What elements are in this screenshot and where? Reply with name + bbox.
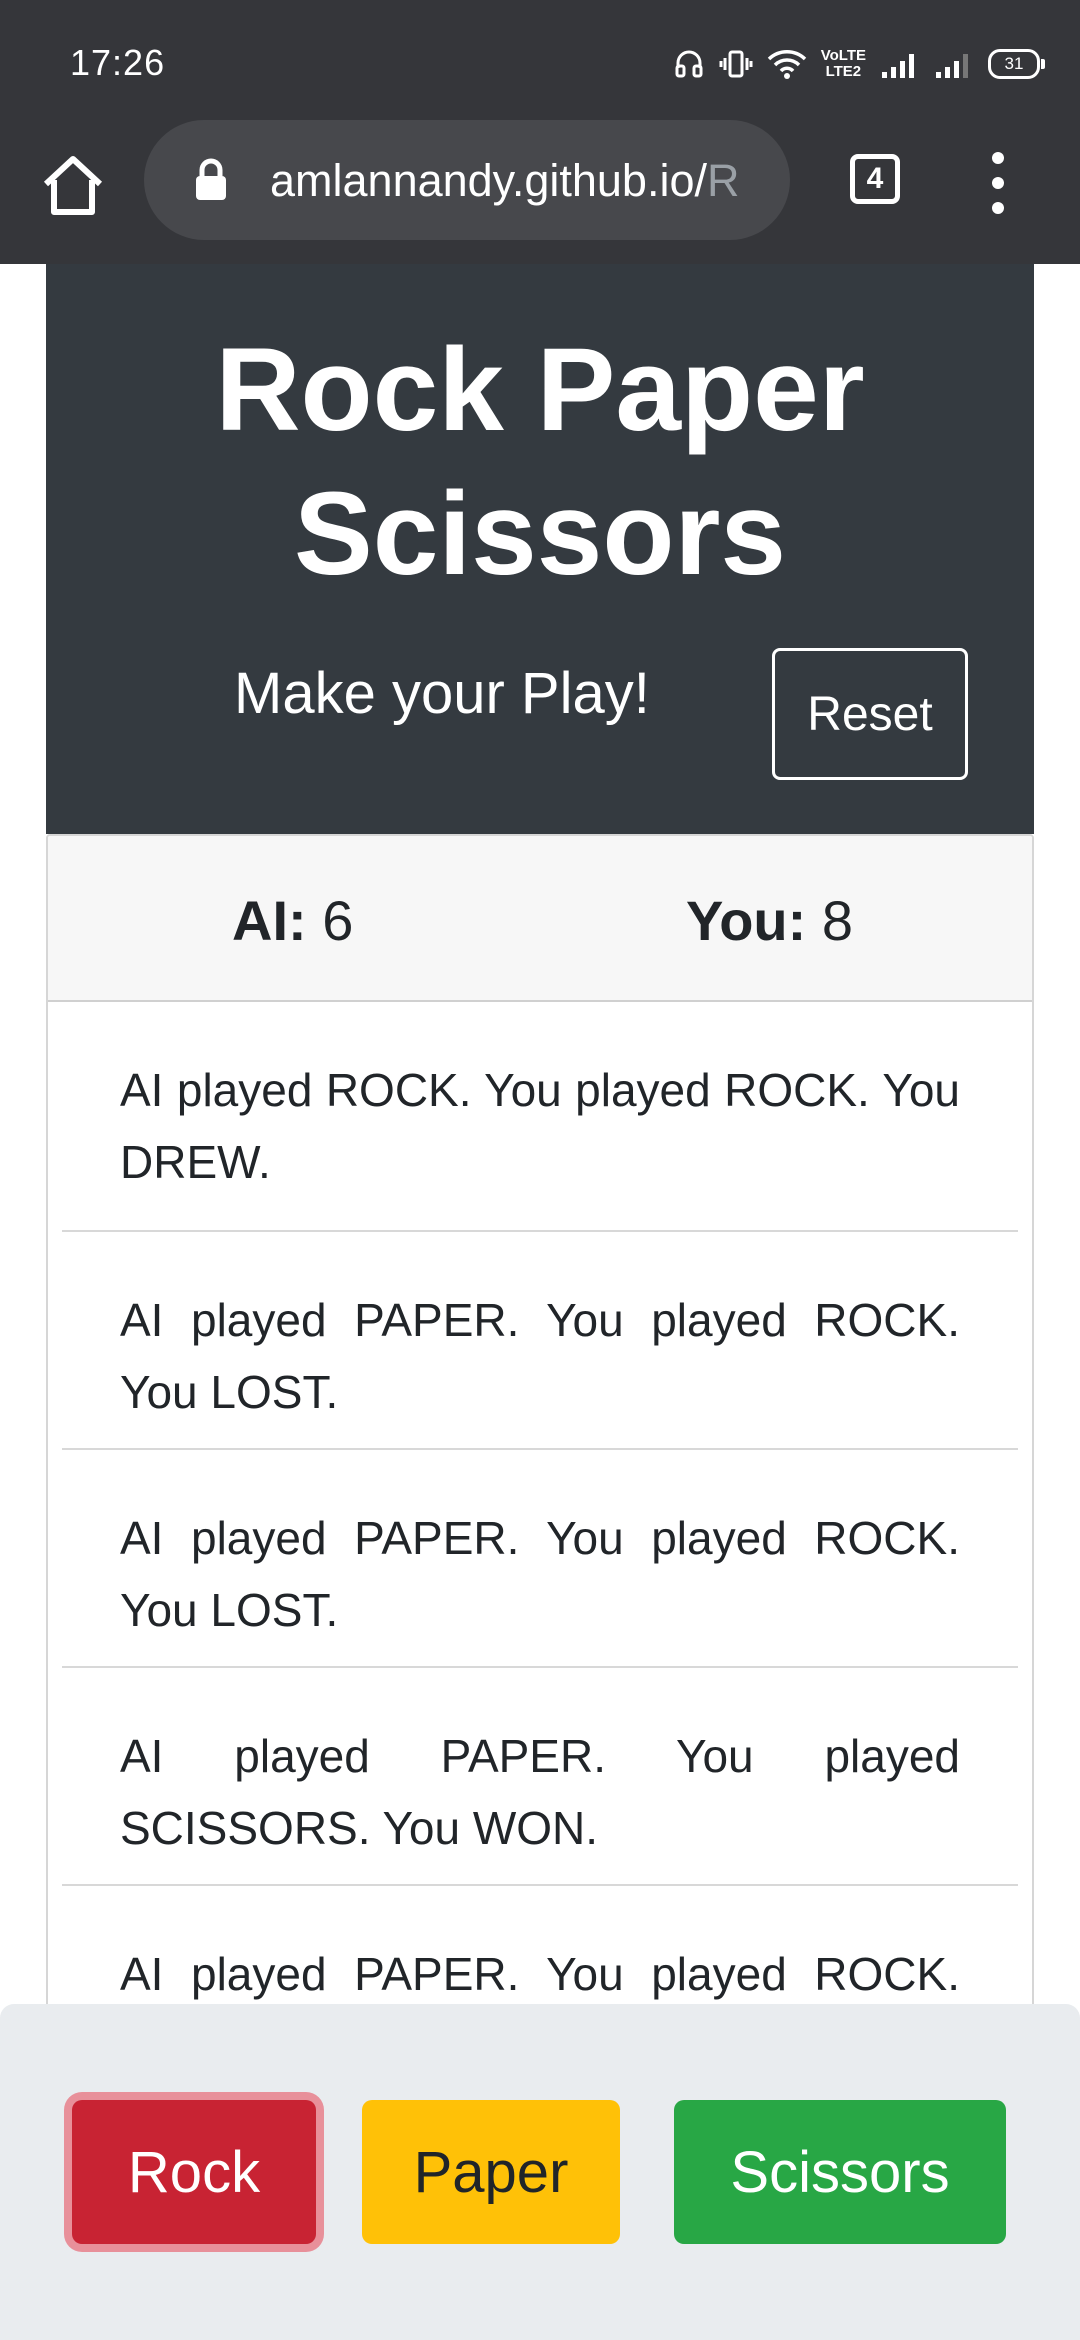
volte-icon: VoLTE LTE2 [821,48,866,80]
score-row: AI: 6 You: 8 [48,836,1032,1002]
history-item: AI played PAPER. You played ROCK. You LO… [62,1886,1018,2012]
address-bar[interactable]: amlannandy.github.io/R [144,120,790,240]
your-score-value: 8 [821,889,853,952]
page-subtitle: Make your Play! [234,661,650,726]
your-score: You: 8 [686,888,853,953]
action-bar: Rock Paper Scissors [0,2004,1080,2340]
history-item: AI played PAPER. You played SCISSORS. Yo… [62,1668,1018,1886]
status-time: 17:26 [70,42,166,83]
vibrate-icon [719,50,753,78]
page-title: Rock Paper Scissors [215,324,865,600]
score-card: AI: 6 You: 8 AI played ROCK. You played … [46,834,1034,2014]
tabs-button[interactable]: 4 [850,154,900,204]
rock-button[interactable]: Rock [72,2100,316,2244]
battery-icon: 31 [988,49,1045,79]
history-item: AI played ROCK. You played ROCK. You DRE… [62,1002,1018,1232]
volte-top: VoLTE [820,47,866,64]
headphones-icon [675,50,703,78]
url-text[interactable]: amlannandy.github.io/R [270,156,760,206]
paper-button[interactable]: Paper [362,2100,620,2244]
volte-bottom: LTE2 [825,63,862,80]
more-vert-icon[interactable] [978,148,1018,218]
signal-icon-2 [936,54,968,78]
page-header: Rock Paper Scissors Make your Play! Rese… [46,264,1034,834]
your-score-label: You: [686,889,807,952]
url-faded: R [706,156,740,206]
ai-score: AI: 6 [232,888,353,953]
ai-score-value: 6 [322,889,354,952]
battery-level: 31 [1004,54,1024,73]
history-item: AI played PAPER. You played ROCK. You LO… [62,1232,1018,1450]
scissors-button[interactable]: Scissors [674,2100,1006,2244]
reset-button[interactable]: Reset [772,648,968,780]
status-bar: 17:26 VoLTE LTE2 31 [0,0,1080,120]
signal-icon [882,54,914,78]
tab-count: 4 [866,162,884,195]
url-visible: amlannandy.github.io/ [270,156,707,206]
home-icon[interactable] [38,150,108,220]
browser-toolbar: amlannandy.github.io/R 4 [0,120,1080,264]
ai-score-label: AI: [232,889,307,952]
history-list: AI played ROCK. You played ROCK. You DRE… [48,1002,1032,2012]
lock-icon [196,158,226,200]
wifi-icon [767,50,806,79]
history-item: AI played PAPER. You played ROCK. You LO… [62,1450,1018,1668]
status-icons: VoLTE LTE2 31 [673,44,1045,84]
